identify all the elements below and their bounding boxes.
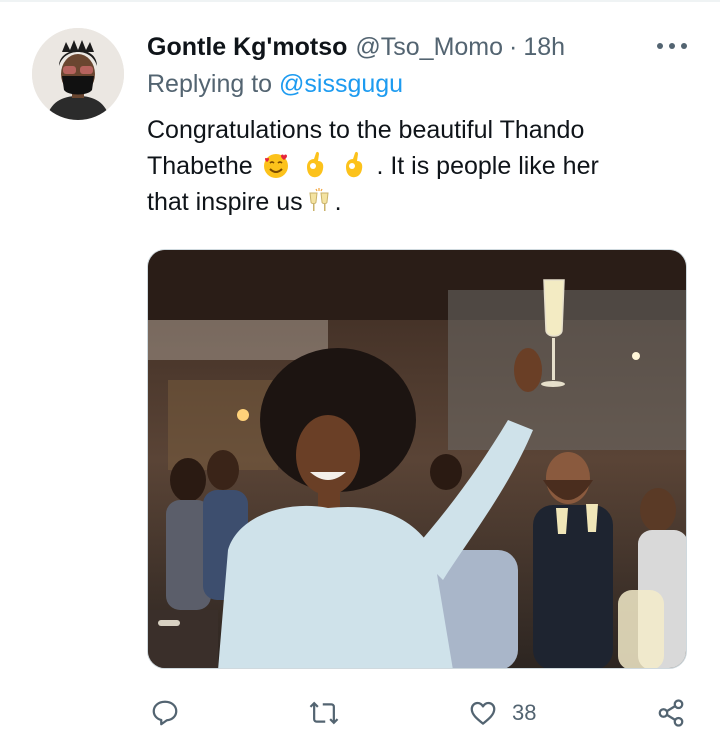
like-count: 38 — [512, 700, 537, 725]
tweet-text: Congratulations to the beautiful Thando … — [147, 112, 687, 220]
share-icon — [658, 699, 684, 727]
replying-to: Replying to @sissgugu — [147, 70, 403, 99]
smiling-face-with-hearts-icon — [263, 154, 288, 178]
tweet-media-photo[interactable] — [147, 249, 687, 669]
retweet-button[interactable] — [308, 698, 340, 728]
separator-dot: · — [509, 32, 518, 61]
heart-icon — [470, 701, 496, 725]
more-options-icon[interactable] — [655, 36, 689, 56]
celebration-photo — [148, 250, 686, 668]
tweet-text-segment: . — [334, 188, 342, 216]
author-handle[interactable]: @Tso_Momo — [355, 33, 503, 62]
clinking-glasses-icon — [309, 188, 329, 211]
tweet-text-segment: Thabethe — [147, 152, 253, 180]
action-bar: 38 — [0, 690, 720, 734]
tweet-text-segment: that inspire us — [147, 188, 303, 216]
reply-prefix: Replying to — [147, 70, 273, 98]
tweet-text-segment: . It is people like her — [376, 152, 599, 180]
tweet-text-line: Thabethe . It is people like her — [147, 148, 687, 184]
avatar-image — [32, 28, 124, 120]
retweet-icon — [309, 701, 339, 725]
author-name[interactable]: Gontle Kg'motso — [147, 33, 347, 62]
like-button[interactable]: 38 — [468, 698, 536, 728]
avatar[interactable] — [32, 28, 124, 120]
tweet-text-line: that inspire us . — [147, 184, 687, 220]
tweet-header: Gontle Kg'motso @Tso_Momo · 18h — [147, 30, 687, 64]
ok-hand-icon — [306, 151, 323, 178]
reply-button[interactable] — [150, 698, 180, 728]
reply-mention-link[interactable]: @sissgugu — [279, 70, 403, 98]
timestamp[interactable]: 18h — [523, 33, 565, 62]
share-button[interactable] — [656, 698, 686, 728]
top-divider — [0, 0, 720, 2]
tweet-text-line: Congratulations to the beautiful Thando — [147, 116, 585, 144]
ok-hand-icon — [345, 151, 362, 178]
reply-icon — [152, 700, 178, 726]
